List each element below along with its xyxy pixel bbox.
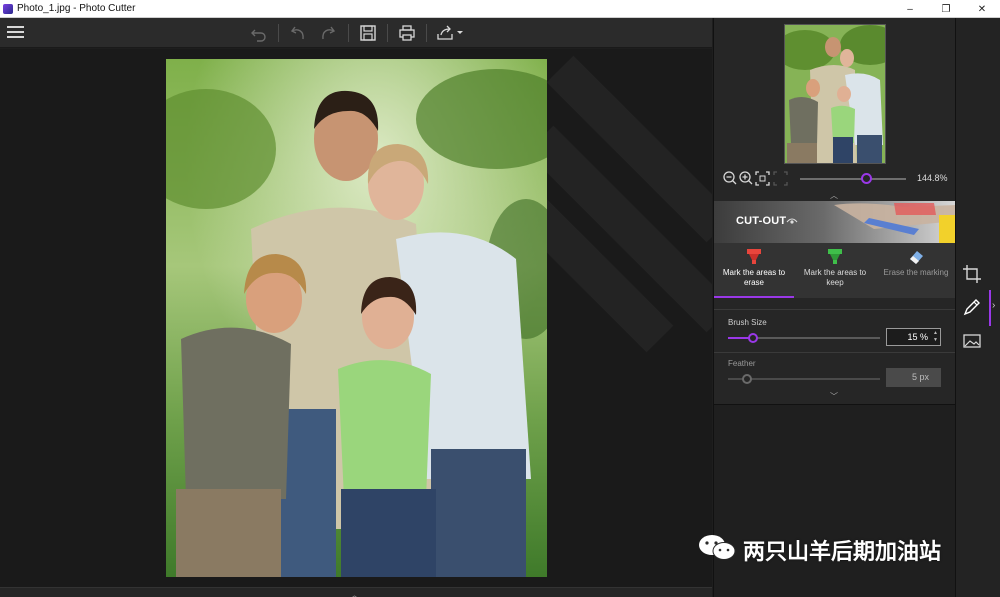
navigator-preview[interactable]	[784, 24, 886, 164]
zoom-slider-handle[interactable]	[861, 173, 872, 184]
eraser-icon	[907, 248, 925, 266]
mark-erase-label: Mark the areas to erase	[722, 268, 786, 287]
brush-size-handle[interactable]	[748, 333, 758, 343]
feather-handle[interactable]	[742, 374, 752, 384]
brush-icon[interactable]	[962, 297, 982, 317]
redo-icon[interactable]	[317, 22, 339, 44]
window-controls: – ❐ ✕	[892, 0, 1000, 18]
undo-all-icon[interactable]	[248, 22, 270, 44]
save-icon[interactable]	[357, 22, 379, 44]
brush-size-control: Brush Size 15 % ▲ ▼	[714, 309, 956, 351]
zoom-percentage: 144.8%	[917, 173, 948, 183]
minimize-button[interactable]: –	[892, 0, 928, 18]
zoom-out-icon[interactable]	[722, 170, 738, 191]
window-title: Photo_1.jpg - Photo Cutter	[17, 3, 136, 14]
mark-erase-tool[interactable]: Mark the areas to erase	[714, 243, 794, 298]
green-marker-icon	[826, 248, 844, 266]
crop-icon[interactable]	[962, 264, 982, 284]
erase-marking-label: Erase the marking	[883, 268, 949, 277]
feather-label: Feather	[728, 359, 756, 368]
app-logo-icon	[3, 3, 13, 14]
brush-size-label: Brush Size	[728, 318, 767, 327]
close-button[interactable]: ✕	[964, 0, 1000, 18]
mark-keep-label: Mark the areas to keep	[803, 268, 867, 287]
erase-marking-tool[interactable]: Erase the marking	[876, 243, 956, 298]
wechat-icon	[697, 533, 737, 568]
brush-size-input[interactable]: 15 % ▲ ▼	[886, 328, 941, 346]
fit-icon[interactable]	[755, 171, 770, 191]
image-canvas[interactable]	[0, 49, 712, 587]
right-panel: 144.8% ︿ CUT-OUT Mark the areas to erase…	[713, 18, 956, 597]
eye-icon[interactable]	[786, 215, 798, 233]
panel-empty-area	[714, 404, 956, 597]
tool-sidebar: ›	[955, 18, 1000, 597]
mark-keep-tool[interactable]: Mark the areas to keep	[795, 243, 875, 298]
canvas-bottom-bar: ︿	[0, 587, 712, 597]
share-icon[interactable]	[435, 22, 465, 44]
active-panel-indicator	[989, 290, 991, 326]
spinner-arrows-icon[interactable]: ▲ ▼	[933, 330, 938, 344]
feather-value[interactable]: 5 px	[886, 368, 941, 387]
chevron-right-icon[interactable]: ›	[992, 300, 995, 311]
brush-size-value: 15 %	[907, 332, 928, 342]
chevron-down-icon[interactable]: ﹀	[830, 391, 838, 402]
actual-size-icon[interactable]	[773, 171, 788, 191]
zoom-slider-track[interactable]	[800, 178, 906, 180]
family-photo[interactable]	[166, 59, 547, 577]
app-window: Photo_1.jpg - Photo Cutter – ❐ ✕ ︿ 144.8…	[0, 0, 1000, 597]
cutout-tools: Mark the areas to erase Mark the areas t…	[714, 243, 956, 298]
image-icon[interactable]	[962, 331, 982, 351]
red-marker-icon	[745, 248, 763, 266]
cutout-banner[interactable]: CUT-OUT	[714, 201, 956, 243]
chevron-up-icon[interactable]: ︿	[830, 190, 838, 201]
toolbar	[0, 18, 712, 48]
chevron-up-icon[interactable]: ︿	[350, 588, 359, 597]
zoom-in-icon[interactable]	[738, 170, 754, 191]
title-bar: Photo_1.jpg - Photo Cutter – ❐ ✕	[0, 0, 1000, 18]
menu-icon[interactable]	[7, 26, 24, 40]
undo-icon[interactable]	[287, 22, 309, 44]
watermark: 两只山羊后期加油站	[697, 533, 987, 567]
print-icon[interactable]	[396, 22, 418, 44]
watermark-text: 两只山羊后期加油站	[743, 540, 942, 565]
background-logo-icon	[520, 55, 712, 353]
maximize-button[interactable]: ❐	[928, 0, 964, 18]
active-tool-indicator	[714, 296, 794, 298]
feather-control: Feather 5 px	[714, 351, 956, 396]
zoom-controls: 144.8%	[722, 170, 952, 188]
cutout-label: CUT-OUT	[736, 215, 787, 227]
